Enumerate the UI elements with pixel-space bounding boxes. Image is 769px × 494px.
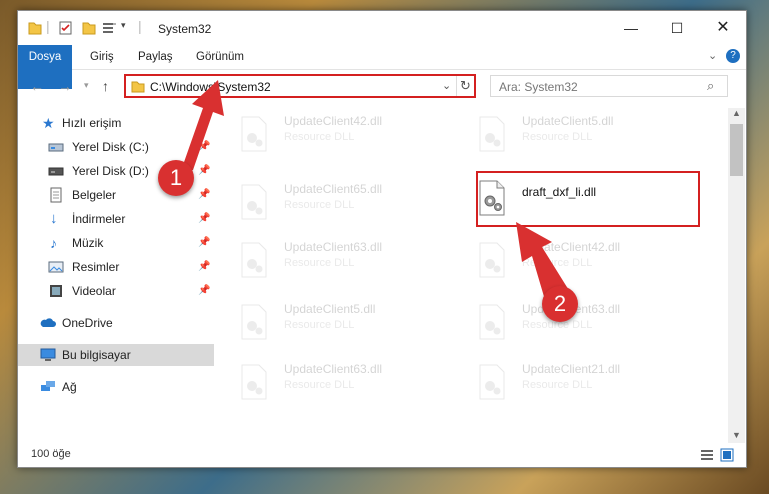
step-badge-1: 1	[158, 160, 194, 196]
step-badge-2: 2	[542, 286, 578, 322]
annotation-arrows	[165, 80, 570, 300]
